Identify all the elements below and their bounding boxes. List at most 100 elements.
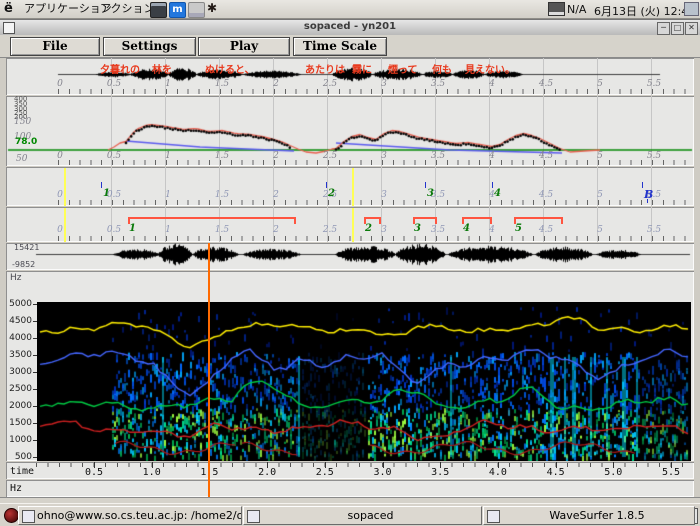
toolbar-button-time-scale[interactable]: Time Scale <box>293 37 387 56</box>
pitch-pane[interactable]: 00.511.522.533.544.555.54003503002502001… <box>6 96 694 166</box>
ruler-label: 4.5 <box>536 225 556 235</box>
spectrogram-unit-label: Hz <box>10 273 22 283</box>
tone-label[interactable]: 3 <box>427 188 434 199</box>
tone-label[interactable]: 2 <box>328 188 335 199</box>
minor-ticks <box>58 89 688 94</box>
window-titlebar[interactable]: sopaced - yn201 ─ □ ✕ <box>0 19 700 36</box>
ruler-label: 1 <box>158 79 178 89</box>
ruler-label: 2.5 <box>320 225 340 235</box>
ruler-label: 4 <box>482 151 502 161</box>
toolbar: FileSettingsPlayTime Scale <box>0 35 700 58</box>
minimize-button[interactable]: ─ <box>657 22 670 35</box>
accent-label[interactable]: 2 <box>365 223 372 234</box>
freq-axis-label: 5000 <box>6 299 32 309</box>
bottom-unit-label: Hz <box>10 483 22 494</box>
accent-label[interactable]: 1 <box>129 223 136 234</box>
maximize-button[interactable]: □ <box>671 22 684 35</box>
ruler-label: 2 <box>266 151 286 161</box>
word-label: 霧に <box>352 61 372 76</box>
task-label: WaveSurfer 1.8.5 <box>502 509 692 522</box>
ruler-label: 5 <box>590 151 610 161</box>
bug-launcher-icon[interactable]: ✱ <box>207 1 217 15</box>
time-major-tick <box>440 462 441 468</box>
accent-label[interactable]: 5 <box>515 223 522 234</box>
ruler-label: 5 <box>590 225 610 235</box>
freq-axis-tick <box>33 440 37 441</box>
time-tick-label: 1.0 <box>140 467 164 478</box>
freq-axis-label: 4000 <box>6 333 32 343</box>
waveform-min-label: -9852 <box>12 260 35 269</box>
minor-ticks <box>58 236 688 241</box>
waveform-pane[interactable]: 15421 -9852 <box>6 243 694 270</box>
browser-launcher-icon[interactable]: m <box>169 2 186 18</box>
ruler-label: 2.5 <box>320 79 340 89</box>
ruler-label: 3 <box>374 151 394 161</box>
tone-boundary-tick <box>326 182 327 188</box>
toolbar-button-play[interactable]: Play <box>198 37 290 56</box>
tone-label[interactable]: 4 <box>494 188 501 199</box>
toolbar-button-file[interactable]: File <box>10 37 100 56</box>
time-axis-label: time <box>10 466 34 477</box>
ruler-label: 3 <box>374 79 394 89</box>
time-tick-label: 3.5 <box>428 467 452 478</box>
overview-pane[interactable]: 00.511.522.533.544.555.5夕暮れの林をぬけると、あたりは霧… <box>6 58 694 95</box>
word-label: 夕暮れの <box>100 61 140 76</box>
ruler-label: 2 <box>266 225 286 235</box>
taskbar-task-wavesurfer[interactable]: WaveSurfer 1.8.5 <box>483 506 695 525</box>
ruler-label: 0.5 <box>104 79 124 89</box>
waveform-max-label: 15421 <box>14 243 39 252</box>
time-major-tick <box>671 462 672 468</box>
freq-axis-tick <box>33 304 37 305</box>
bottom-unit-strip: Hz <box>6 480 694 497</box>
ruler-label: 2 <box>266 190 286 200</box>
printer-launcher-icon[interactable] <box>188 2 205 18</box>
taskbar-task-terminal[interactable]: ohno@www.so.cs.teu.ac.jp: /home2/ohno/ <box>18 506 242 525</box>
segment-marker-line <box>352 168 354 206</box>
ruler-label: 5 <box>590 79 610 89</box>
applications-menu-icon[interactable]: ë <box>4 1 13 16</box>
playback-cursor[interactable] <box>208 243 210 501</box>
freq-axis-label: 4500 <box>6 316 32 326</box>
task-label: ohno@www.so.cs.teu.ac.jp: /home2/ohno/ <box>37 509 239 522</box>
toolbar-button-settings[interactable]: Settings <box>103 37 196 56</box>
ruler-label: 0 <box>50 225 70 235</box>
spectrogram-pane[interactable]: Hz 5000450040003500300025002000150010005… <box>6 271 694 461</box>
waveform-canvas[interactable] <box>6 243 694 270</box>
tone-label[interactable]: 1 <box>103 188 110 199</box>
task-window-icon <box>22 510 35 523</box>
ruler-label: 5.5 <box>644 79 664 89</box>
taskbar-task-sopaced[interactable]: sopaced <box>243 506 482 525</box>
freq-axis-tick <box>33 406 37 407</box>
tone-tier-pane[interactable]: 00.511.522.533.544.555.51234B <box>6 167 694 206</box>
spectrogram-canvas[interactable] <box>37 302 691 461</box>
terminal-launcher-icon[interactable] <box>150 2 167 18</box>
time-major-tick <box>94 462 95 468</box>
freq-axis-label: 1500 <box>6 418 32 428</box>
ruler-label: 1.5 <box>212 79 232 89</box>
accent-label[interactable]: 3 <box>414 223 421 234</box>
desktop: { "menu_bar": { "apps_label": "アプリケーション"… <box>0 0 700 525</box>
time-major-tick <box>556 462 557 468</box>
pitch-scale-label: 150 <box>14 117 31 127</box>
pitch-scale-label: 50 <box>16 154 27 164</box>
ruler-label: 5.5 <box>644 151 664 161</box>
ruler-label: 4.5 <box>536 151 556 161</box>
time-major-tick <box>325 462 326 468</box>
tray-monitor-icon[interactable] <box>684 2 699 16</box>
accent-label[interactable]: 4 <box>463 223 470 234</box>
tone-boundary-tick <box>492 182 493 188</box>
close-button[interactable]: ✕ <box>685 22 698 35</box>
time-major-tick <box>267 462 268 468</box>
freq-axis-tick <box>33 423 37 424</box>
freq-axis-tick <box>33 457 37 458</box>
ruler-label: 3 <box>374 225 394 235</box>
freq-axis-label: 3000 <box>6 367 32 377</box>
tone-boundary-tick <box>101 182 102 188</box>
ruler-label: 1 <box>158 225 178 235</box>
tone-label[interactable]: B <box>644 188 653 201</box>
freq-axis-label: 500 <box>6 452 32 461</box>
taskbar-menu-icon[interactable] <box>4 508 19 523</box>
accent-tier-pane[interactable]: 00.511.522.533.544.555.512345 <box>6 207 694 242</box>
freq-axis-tick <box>33 372 37 373</box>
ime-indicator-icon[interactable] <box>548 2 565 16</box>
